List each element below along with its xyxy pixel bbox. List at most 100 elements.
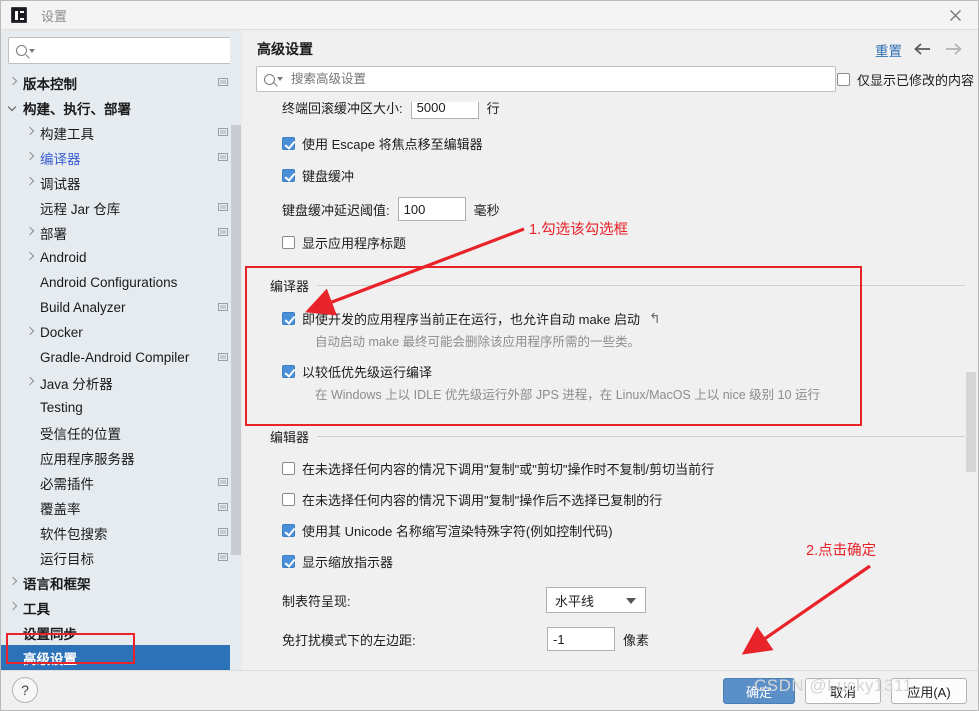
sidebar-item[interactable]: Gradle-Android Compiler xyxy=(1,345,242,370)
advanced-search-row: 仅显示已修改的内容 xyxy=(242,66,978,100)
tab-render-row: 制表符呈现: 水平线 xyxy=(282,587,978,613)
sidebar-item[interactable]: 设置同步 xyxy=(1,620,242,645)
unicode-render-checkbox[interactable]: 使用其 Unicode 名称缩写渲染特殊字符(例如控制代码) xyxy=(282,521,978,540)
zen-margin-input[interactable] xyxy=(547,627,615,651)
sidebar-item[interactable]: Build Analyzer xyxy=(1,295,242,320)
chevron-right-icon[interactable] xyxy=(26,378,35,387)
sidebar-scrollbar-thumb[interactable] xyxy=(231,125,241,555)
show-app-title-checkbox[interactable]: 显示应用程序标题 xyxy=(282,233,978,252)
intellij-idea-icon xyxy=(11,7,27,23)
sidebar-item[interactable]: 应用程序服务器 xyxy=(1,445,242,470)
checkbox-box[interactable] xyxy=(282,312,295,325)
content-scrollbar-track[interactable] xyxy=(965,102,978,670)
chevron-right-icon[interactable] xyxy=(9,603,18,612)
zoom-indicator-checkbox[interactable]: 显示缩放指示器 xyxy=(282,552,978,571)
keyboard-delay-unit: 毫秒 xyxy=(473,202,500,218)
sidebar-item[interactable]: 调试器 xyxy=(1,170,242,195)
escape-focus-editor-checkbox[interactable]: 使用 Escape 将焦点移至编辑器 xyxy=(282,134,978,153)
keyboard-delay-input[interactable] xyxy=(397,197,466,221)
show-app-title-label: 显示应用程序标题 xyxy=(302,236,407,251)
checkbox-box[interactable] xyxy=(282,493,295,506)
sidebar-item[interactable]: 部署 xyxy=(1,220,242,245)
tab-render-select[interactable]: 水平线 xyxy=(546,587,646,613)
sidebar-item[interactable]: Android Configurations xyxy=(1,270,242,295)
sidebar-item-label: 部署 xyxy=(40,226,67,242)
sidebar-item[interactable]: 编译器 xyxy=(1,145,242,170)
sidebar-search-box[interactable] xyxy=(8,37,235,64)
sidebar-item[interactable]: 覆盖率 xyxy=(1,495,242,520)
sidebar-item[interactable]: 工具 xyxy=(1,595,242,620)
sidebar-search-input[interactable] xyxy=(41,42,211,59)
chevron-right-icon[interactable] xyxy=(26,328,35,337)
sidebar-item[interactable]: 构建、执行、部署 xyxy=(1,95,242,120)
chevron-right-icon[interactable] xyxy=(26,228,35,237)
reset-link[interactable]: 重置 xyxy=(875,40,902,60)
search-icon xyxy=(16,45,27,56)
checkbox-box[interactable] xyxy=(282,236,295,249)
editor-group-header: 编辑器 xyxy=(270,427,978,446)
keyboard-delay-label: 键盘缓冲延迟阈值: xyxy=(282,202,390,218)
checkbox-box[interactable] xyxy=(282,462,295,475)
sidebar-item-label: 必需插件 xyxy=(40,476,94,492)
checkbox-box[interactable] xyxy=(282,365,295,378)
settings-main-panel: 高级设置 重置 仅显 xyxy=(242,30,978,670)
chevron-right-icon[interactable] xyxy=(26,178,35,187)
sidebar-item-label: Testing xyxy=(40,400,83,415)
low-priority-compile-checkbox[interactable]: 以较低优先级运行编译 xyxy=(282,362,978,381)
chevron-right-icon[interactable] xyxy=(26,253,35,262)
terminal-buffer-input[interactable] xyxy=(410,102,479,119)
chevron-right-icon[interactable] xyxy=(9,578,18,587)
content-scrollbar-thumb[interactable] xyxy=(966,372,976,472)
sidebar-item[interactable]: 构建工具 xyxy=(1,120,242,145)
sidebar-scrollbar-track[interactable] xyxy=(230,30,242,670)
sidebar-item[interactable]: Android xyxy=(1,245,242,270)
no-select-copied-line-checkbox[interactable]: 在未选择任何内容的情况下调用"复制"操作后不选择已复制的行 xyxy=(282,490,978,509)
sidebar-item[interactable]: 必需插件 xyxy=(1,470,242,495)
zen-margin-label: 免打扰模式下的左边距: xyxy=(282,632,416,648)
auto-make-running-label: 即使开发的应用程序当前正在运行，也允许自动 make 启动 xyxy=(302,312,641,327)
keyboard-buffer-checkbox[interactable]: 键盘缓冲 xyxy=(282,166,978,185)
page-title: 高级设置 xyxy=(257,41,313,57)
chevron-down-icon[interactable] xyxy=(9,103,18,112)
tab-render-label: 制表符呈现: xyxy=(282,593,351,609)
checkbox-box[interactable] xyxy=(837,73,850,86)
sidebar-item[interactable]: 语言和框架 xyxy=(1,570,242,595)
sidebar-item[interactable]: 高级设置 xyxy=(1,645,242,670)
chevron-right-icon[interactable] xyxy=(9,78,18,87)
help-icon[interactable]: ? xyxy=(12,677,38,703)
tab-render-value: 水平线 xyxy=(555,593,595,609)
sidebar-item[interactable]: 受信任的位置 xyxy=(1,420,242,445)
sidebar-item[interactable]: 远程 Jar 仓库 xyxy=(1,195,242,220)
zen-margin-row: 免打扰模式下的左边距: 像素 xyxy=(282,627,978,651)
settings-dialog: 设置 版本控制 构建、执行、部署 构建工具 编译器 调试器 远程 Jar 仓库 部署 Andr… xyxy=(0,0,979,711)
main-header: 高级设置 重置 xyxy=(242,30,978,66)
auto-make-running-checkbox[interactable]: 即使开发的应用程序当前正在运行，也允许自动 make 启动 ↰ xyxy=(282,309,978,328)
sidebar-item[interactable]: Docker xyxy=(1,320,242,345)
chevron-right-icon[interactable] xyxy=(26,128,35,137)
checkbox-box[interactable] xyxy=(282,137,295,150)
checkbox-box[interactable] xyxy=(282,169,295,182)
sidebar-item[interactable]: Java 分析器 xyxy=(1,370,242,395)
checkbox-box[interactable] xyxy=(282,524,295,537)
arrow-left-icon[interactable] xyxy=(912,42,934,56)
show-modified-only-checkbox[interactable]: 仅显示已修改的内容 xyxy=(837,70,974,89)
revert-icon[interactable]: ↰ xyxy=(649,310,661,327)
sidebar-item[interactable]: 软件包搜索 xyxy=(1,520,242,545)
sidebar-item-label: 受信任的位置 xyxy=(40,426,121,442)
chevron-right-icon[interactable] xyxy=(26,153,35,162)
sync-badge-icon xyxy=(218,228,228,236)
sidebar-item[interactable]: 版本控制 xyxy=(1,70,242,95)
no-copy-current-line-checkbox[interactable]: 在未选择任何内容的情况下调用"复制"或"剪切"操作时不复制/剪切当前行 xyxy=(282,459,978,478)
checkbox-box[interactable] xyxy=(282,555,295,568)
sidebar-item[interactable]: 运行目标 xyxy=(1,545,242,570)
sync-badge-icon xyxy=(218,153,228,161)
sidebar-item[interactable]: Testing xyxy=(1,395,242,420)
settings-sidebar: 版本控制 构建、执行、部署 构建工具 编译器 调试器 远程 Jar 仓库部署 Android… xyxy=(1,30,242,670)
sync-badge-icon xyxy=(218,353,228,361)
advanced-search-input[interactable] xyxy=(289,71,789,87)
close-icon[interactable] xyxy=(932,1,978,29)
advanced-search-box[interactable] xyxy=(256,66,836,92)
